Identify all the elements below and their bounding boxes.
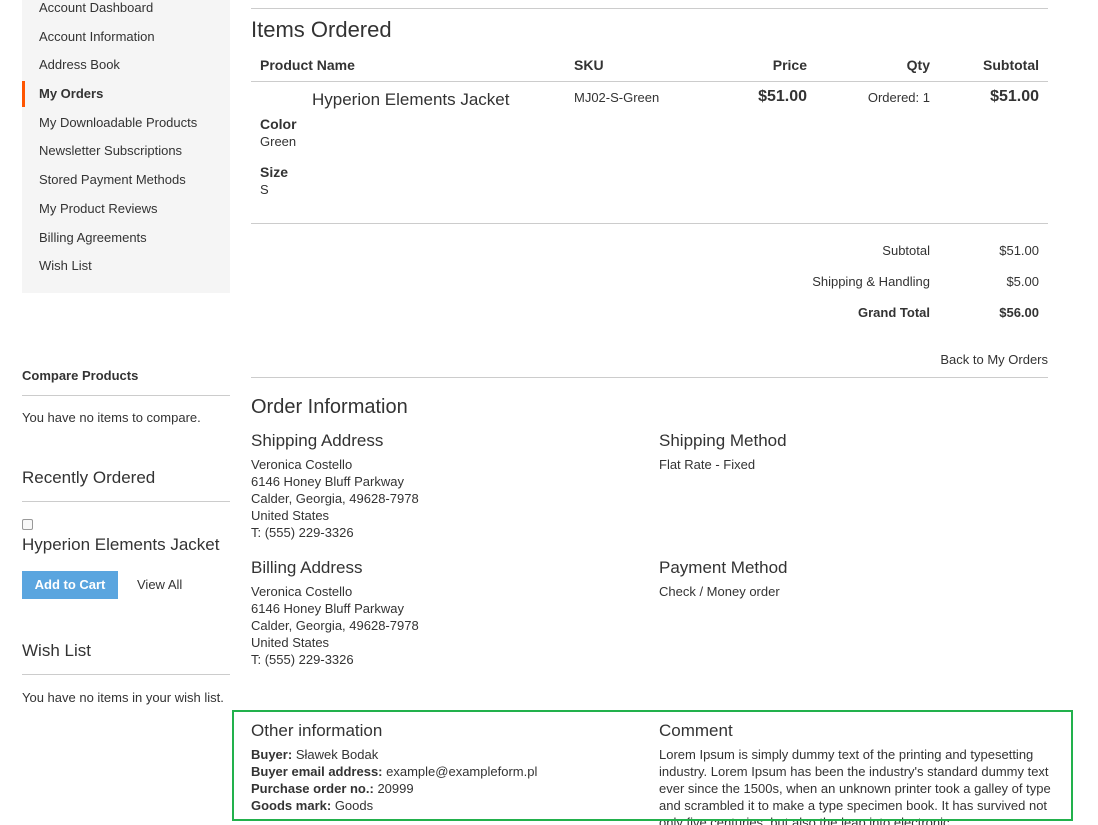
divider xyxy=(251,8,1048,9)
wishlist-empty: You have no items in your wish list. xyxy=(22,690,224,705)
order-info-title: Order Information xyxy=(251,396,408,418)
address-line: Calder, Georgia, 49628-7978 xyxy=(251,618,419,633)
col-price: Price xyxy=(772,57,807,73)
shipping-address: Veronica Costello 6146 Honey Bluff Parkw… xyxy=(251,456,419,541)
col-sku: SKU xyxy=(574,57,604,73)
recent-title: Recently Ordered xyxy=(22,468,156,487)
option-label: Size xyxy=(260,164,289,180)
add-to-cart-button[interactable]: Add to Cart xyxy=(22,571,118,599)
col-qty: Qty xyxy=(906,57,930,73)
address-line: United States xyxy=(251,635,330,650)
shipping-method: Flat Rate - Fixed xyxy=(659,457,756,472)
nav-product-reviews[interactable]: My Product Reviews xyxy=(39,201,157,216)
address-line: Veronica Costello xyxy=(251,457,353,472)
nav-wish-list[interactable]: Wish List xyxy=(39,258,92,273)
highlight-box xyxy=(232,710,1073,821)
recent-product-name[interactable]: Hyperion Elements Jacket xyxy=(22,535,219,555)
option-value: Green xyxy=(260,134,297,149)
subtotal-label: Subtotal xyxy=(882,243,930,258)
nav-payment-methods[interactable]: Stored Payment Methods xyxy=(39,172,186,187)
payment-method-title: Payment Method xyxy=(659,558,788,577)
product-name: Hyperion Elements Jacket xyxy=(312,90,510,109)
wishlist-title: Wish List xyxy=(22,641,91,660)
divider xyxy=(22,674,230,675)
account-nav: Account Dashboard Account Information Ad… xyxy=(22,0,230,293)
address-line: Veronica Costello xyxy=(251,584,353,599)
divider xyxy=(22,501,230,502)
product-sku: MJ02-S-Green xyxy=(574,90,660,105)
active-indicator xyxy=(22,81,25,107)
product-price: $51.00 xyxy=(758,88,807,105)
subtotal-value: $51.00 xyxy=(999,243,1039,258)
shipping-address-title: Shipping Address xyxy=(251,431,384,450)
divider xyxy=(251,377,1048,378)
nav-my-orders[interactable]: My Orders xyxy=(39,86,103,101)
grand-total-value: $56.00 xyxy=(999,305,1039,320)
nav-account-dashboard[interactable]: Account Dashboard xyxy=(39,0,153,15)
option-value: S xyxy=(260,182,269,197)
billing-address: Veronica Costello 6146 Honey Bluff Parkw… xyxy=(251,583,419,668)
shipping-label: Shipping & Handling xyxy=(812,274,930,289)
compare-title: Compare Products xyxy=(22,368,139,383)
shipping-value: $5.00 xyxy=(1006,274,1039,289)
option-label: Color xyxy=(260,116,297,132)
divider xyxy=(22,395,230,396)
product-subtotal: $51.00 xyxy=(990,88,1039,105)
divider xyxy=(251,81,1048,82)
product-qty: Ordered: 1 xyxy=(867,90,930,105)
recent-item-checkbox[interactable] xyxy=(22,519,33,530)
nav-downloadable-products[interactable]: My Downloadable Products xyxy=(39,115,197,130)
nav-billing-agreements[interactable]: Billing Agreements xyxy=(39,230,147,245)
billing-address-title: Billing Address xyxy=(251,558,363,577)
items-ordered-title: Items Ordered xyxy=(251,17,392,42)
col-subtotal: Subtotal xyxy=(983,57,1039,73)
address-line: T: (555) 229-3326 xyxy=(251,525,354,540)
compare-empty: You have no items to compare. xyxy=(22,410,201,425)
col-product-name: Product Name xyxy=(260,57,355,73)
address-line: T: (555) 229-3326 xyxy=(251,652,354,667)
address-line: 6146 Honey Bluff Parkway xyxy=(251,601,404,616)
divider xyxy=(251,223,1048,224)
nav-address-book[interactable]: Address Book xyxy=(39,57,120,72)
nav-account-information[interactable]: Account Information xyxy=(39,29,155,44)
address-line: 6146 Honey Bluff Parkway xyxy=(251,474,404,489)
address-line: Calder, Georgia, 49628-7978 xyxy=(251,491,419,506)
payment-method: Check / Money order xyxy=(659,584,780,599)
address-line: United States xyxy=(251,508,330,523)
back-to-orders-link[interactable]: Back to My Orders xyxy=(848,352,1048,367)
view-all-link[interactable]: View All xyxy=(137,577,182,592)
nav-newsletter[interactable]: Newsletter Subscriptions xyxy=(39,143,182,158)
shipping-method-title: Shipping Method xyxy=(659,431,787,450)
grand-total-label: Grand Total xyxy=(858,305,930,320)
